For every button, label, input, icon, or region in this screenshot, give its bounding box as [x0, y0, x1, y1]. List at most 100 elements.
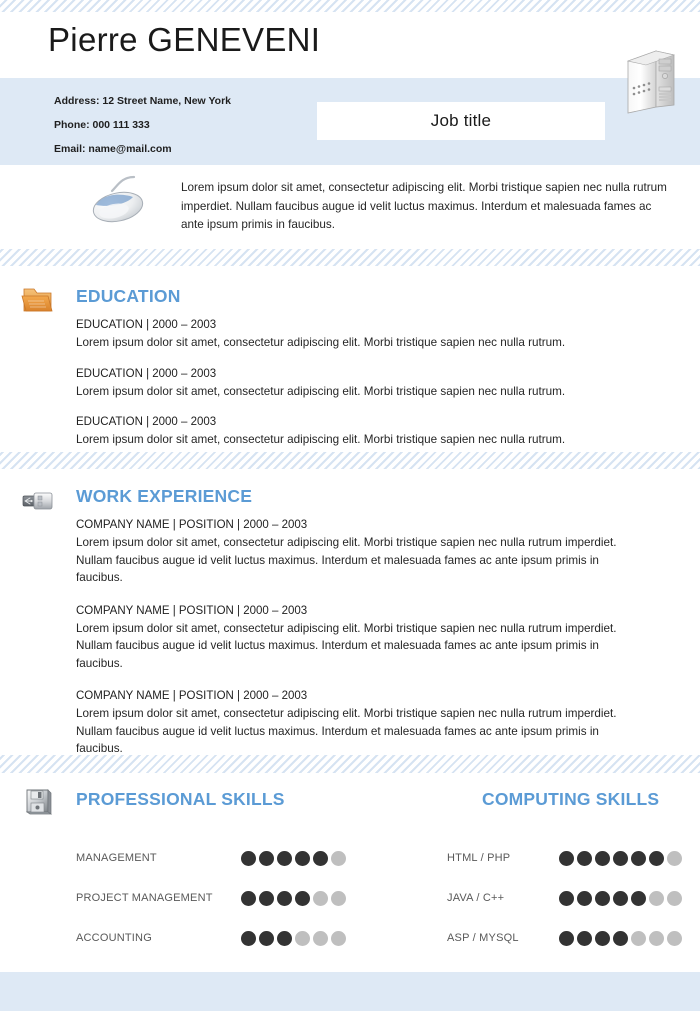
skill-rating[interactable] [241, 850, 346, 866]
contact-phone: Phone: 000 111 333 [54, 119, 150, 131]
page-title: Pierre GENEVENI [48, 21, 320, 59]
usb-drive-icon [20, 484, 56, 518]
computer-tower-icon [622, 43, 684, 115]
first-name: Pierre [48, 21, 148, 58]
rating-dot-filled[interactable] [613, 930, 628, 946]
rating-dot-filled[interactable] [295, 850, 310, 866]
skill-label: HTML / PHP [447, 852, 511, 864]
rating-dot-filled[interactable] [559, 890, 574, 906]
work-entry-heading: COMPANY NAME | POSITION | 2000 – 2003 [76, 690, 308, 702]
rating-dot-empty[interactable] [313, 890, 328, 906]
skill-rating[interactable] [559, 850, 682, 866]
skill-row: HTML / PHP [447, 838, 682, 878]
floppy-disk-icon [20, 784, 56, 818]
work-entry: COMPANY NAME | POSITION | 2000 – 2003 Lo… [76, 517, 636, 587]
rating-dot-empty[interactable] [649, 930, 664, 946]
computing-skills-list: HTML / PHP JAVA / C++ ASP / MYSQL [447, 838, 682, 958]
rating-dot-filled[interactable] [241, 890, 256, 906]
rating-dot-filled[interactable] [259, 930, 274, 946]
rating-dot-empty[interactable] [331, 890, 346, 906]
job-title-text: Job title [430, 111, 492, 130]
education-entry-heading: EDUCATION | 2000 – 2003 [76, 367, 217, 380]
work-entry-body: Lorem ipsum dolor sit amet, consectetur … [76, 707, 617, 755]
skill-rating[interactable] [241, 890, 346, 906]
rating-dot-empty[interactable] [631, 930, 646, 946]
professional-skills-list: MANAGEMENT PROJECT MANAGEMENT ACCOUNTING [76, 838, 346, 958]
contact-address: Address: 12 Street Name, New York [54, 95, 232, 107]
rating-dot-filled[interactable] [259, 850, 274, 866]
rating-dot-filled[interactable] [595, 850, 610, 866]
rating-dot-filled[interactable] [649, 850, 664, 866]
rating-dot-filled[interactable] [295, 890, 310, 906]
skill-row: PROJECT MANAGEMENT [76, 878, 346, 918]
rating-dot-filled[interactable] [559, 850, 574, 866]
rating-dot-filled[interactable] [577, 850, 592, 866]
rating-dot-filled[interactable] [313, 850, 328, 866]
work-entry-body: Lorem ipsum dolor sit amet, consectetur … [76, 621, 617, 670]
section-title-computing-skills: COMPUTING SKILLS [482, 789, 660, 809]
skill-label: ACCOUNTING [76, 932, 152, 944]
contact-block: Address: 12 Street Name, New York Phone:… [54, 89, 231, 161]
rating-dot-filled[interactable] [277, 930, 292, 946]
rating-dot-filled[interactable] [277, 850, 292, 866]
rating-dot-empty[interactable] [313, 930, 328, 946]
work-entry-body: Lorem ipsum dolor sit amet, consectetur … [76, 536, 617, 584]
footer-band [0, 972, 700, 1011]
skill-row: MANAGEMENT [76, 838, 346, 878]
rating-dot-empty[interactable] [667, 930, 682, 946]
rating-dot-empty[interactable] [667, 850, 682, 866]
education-entry-body: Lorem ipsum dolor sit amet, consectetur … [76, 433, 566, 446]
rating-dot-filled[interactable] [595, 930, 610, 946]
rating-dot-filled[interactable] [631, 850, 646, 866]
skill-rating[interactable] [559, 890, 682, 906]
rating-dot-filled[interactable] [613, 850, 628, 866]
education-entry: EDUCATION | 2000 – 2003 Lorem ipsum dolo… [76, 317, 636, 352]
section-title-work-experience: WORK EXPERIENCE [76, 486, 253, 506]
skill-row: ASP / MYSQL [447, 918, 682, 958]
skill-row: ACCOUNTING [76, 918, 346, 958]
section-title-professional-skills: PROFESSIONAL SKILLS [76, 789, 285, 809]
rating-dot-filled[interactable] [577, 930, 592, 946]
work-entry: COMPANY NAME | POSITION | 2000 – 2003 Lo… [76, 603, 636, 673]
rating-dot-empty[interactable] [667, 890, 682, 906]
folder-icon [20, 283, 56, 317]
skill-label: PROJECT MANAGEMENT [76, 892, 213, 904]
skill-label: ASP / MYSQL [447, 932, 519, 944]
job-title-field[interactable]: Job title [317, 102, 605, 140]
work-entry: COMPANY NAME | POSITION | 2000 – 2003 Lo… [76, 688, 636, 758]
stripe-divider-education [0, 452, 700, 469]
skill-label: JAVA / C++ [447, 892, 505, 904]
rating-dot-filled[interactable] [577, 890, 592, 906]
rating-dot-filled[interactable] [631, 890, 646, 906]
rating-dot-empty[interactable] [649, 890, 664, 906]
rating-dot-filled[interactable] [559, 930, 574, 946]
education-entry: EDUCATION | 2000 – 2003 Lorem ipsum dolo… [76, 414, 636, 449]
work-entry-heading: COMPANY NAME | POSITION | 2000 – 2003 [76, 604, 308, 617]
education-entry-heading: EDUCATION | 2000 – 2003 [76, 319, 217, 331]
work-entry-heading: COMPANY NAME | POSITION | 2000 – 2003 [76, 519, 308, 531]
contact-email: Email: name@mail.com [54, 143, 172, 155]
skill-row: JAVA / C++ [447, 878, 682, 918]
education-entry-body: Lorem ipsum dolor sit amet, consectetur … [76, 336, 566, 349]
last-name: GENEVENI [147, 21, 321, 58]
stripe-divider-profile [0, 249, 700, 266]
rating-dot-filled[interactable] [241, 850, 256, 866]
work-entry-list: COMPANY NAME | POSITION | 2000 – 2003 Lo… [76, 517, 636, 774]
resume-page: Pierre GENEVENI Address: 12 Street Name,… [0, 0, 700, 1011]
skill-rating[interactable] [559, 930, 682, 946]
computer-mouse-icon [88, 175, 160, 227]
rating-dot-filled[interactable] [277, 890, 292, 906]
skill-rating[interactable] [241, 930, 346, 946]
rating-dot-empty[interactable] [331, 850, 346, 866]
rating-dot-filled[interactable] [241, 930, 256, 946]
education-entry-body: Lorem ipsum dolor sit amet, consectetur … [76, 384, 566, 398]
profile-summary-text: Lorem ipsum dolor sit amet, consectetur … [181, 181, 667, 231]
rating-dot-filled[interactable] [613, 890, 628, 906]
education-entry: EDUCATION | 2000 – 2003 Lorem ipsum dolo… [76, 366, 636, 401]
education-entry-list: EDUCATION | 2000 – 2003 Lorem ipsum dolo… [76, 317, 636, 449]
rating-dot-filled[interactable] [259, 890, 274, 906]
rating-dot-empty[interactable] [331, 930, 346, 946]
rating-dot-empty[interactable] [295, 930, 310, 946]
stripe-divider-top [0, 0, 700, 12]
rating-dot-filled[interactable] [595, 890, 610, 906]
